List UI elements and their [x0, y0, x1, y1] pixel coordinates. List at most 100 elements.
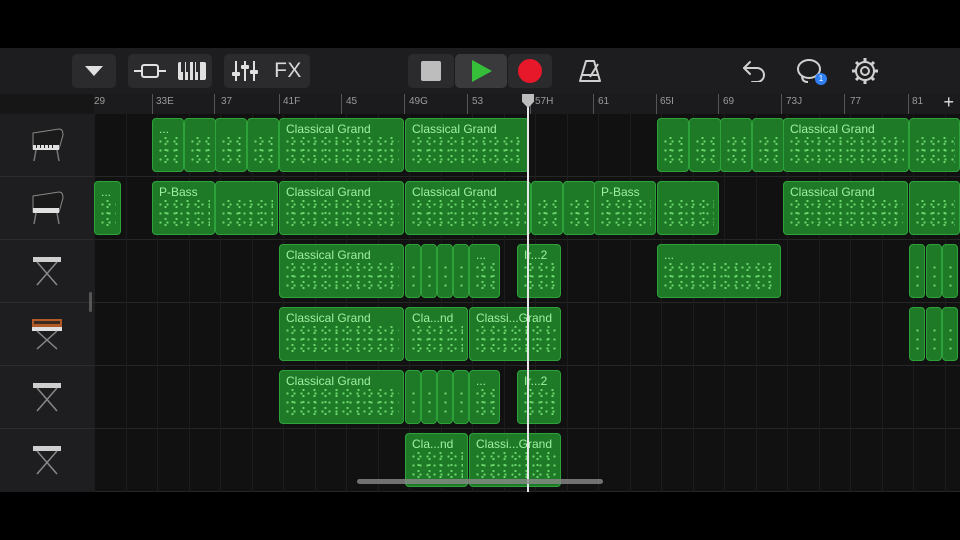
music-region[interactable] [720, 118, 752, 172]
music-region[interactable]: Classical Grand [405, 181, 531, 235]
music-region[interactable]: Classical Grand [405, 118, 529, 172]
music-region[interactable] [421, 370, 437, 424]
mixer-sliders-icon[interactable] [232, 60, 259, 82]
music-region[interactable] [421, 244, 437, 298]
garageband-tracks-view: FX 1 + 29 33E 37 41F 45 49G 53 57H 61 65… [0, 48, 960, 492]
music-region[interactable] [926, 307, 942, 361]
midi-notes [284, 200, 399, 228]
midi-notes [410, 263, 416, 291]
music-region[interactable]: ... [469, 370, 500, 424]
region-label: Classical Grand [286, 122, 371, 136]
music-region[interactable] [657, 181, 719, 235]
add-section-button[interactable]: + [943, 94, 954, 113]
music-region[interactable]: ... [152, 118, 184, 172]
track-headers [0, 114, 94, 492]
music-region[interactable] [531, 181, 563, 235]
music-region[interactable]: Classical Grand [279, 244, 404, 298]
region-label: Classical Grand [790, 185, 875, 199]
stop-icon [421, 61, 441, 81]
music-region[interactable]: ... [94, 181, 121, 235]
midi-notes [947, 263, 953, 291]
music-region[interactable]: Cla...nd [405, 307, 468, 361]
music-region[interactable] [215, 118, 247, 172]
music-region[interactable]: Ir...2 [517, 244, 561, 298]
music-region[interactable]: P-Bass [152, 181, 215, 235]
ruler-tick [656, 94, 657, 114]
midi-notes [474, 452, 556, 480]
midi-notes [458, 263, 464, 291]
grand-piano-icon [29, 123, 65, 168]
midi-notes [157, 200, 210, 228]
midi-notes [442, 263, 448, 291]
piano-keys-icon[interactable] [177, 61, 207, 81]
music-region[interactable]: ... [469, 244, 500, 298]
horizontal-scrollbar[interactable] [357, 479, 603, 484]
music-region[interactable]: Classi...Grand [469, 307, 561, 361]
midi-notes [426, 263, 432, 291]
metronome-button[interactable] [574, 54, 606, 88]
track-header-5[interactable] [0, 366, 94, 429]
region-label: P-Bass [159, 185, 198, 199]
music-region[interactable] [405, 244, 421, 298]
music-region[interactable] [752, 118, 784, 172]
play-button[interactable] [455, 54, 507, 88]
music-region[interactable]: Classical Grand [279, 181, 404, 235]
record-button[interactable] [508, 54, 552, 88]
midi-notes [694, 137, 716, 165]
music-region[interactable] [215, 181, 278, 235]
midi-notes [220, 137, 242, 165]
music-region[interactable] [563, 181, 595, 235]
music-region[interactable]: Classical Grand [279, 307, 404, 361]
midi-notes [410, 137, 524, 165]
track-header-resize-handle[interactable] [89, 292, 92, 312]
music-region[interactable] [689, 118, 721, 172]
settings-button[interactable] [848, 54, 882, 88]
music-region[interactable] [909, 244, 925, 298]
music-region[interactable] [453, 244, 469, 298]
music-region[interactable]: P-Bass [594, 181, 656, 235]
region-label: P-Bass [601, 185, 640, 199]
track-header-6[interactable] [0, 429, 94, 491]
tracks-view-icon[interactable] [133, 62, 167, 80]
midi-notes [474, 263, 495, 291]
midi-notes [914, 326, 920, 354]
music-region[interactable]: ... [657, 244, 781, 298]
midi-notes [220, 200, 273, 228]
music-region[interactable] [942, 244, 958, 298]
track-header-1[interactable] [0, 114, 94, 177]
music-region[interactable] [909, 181, 960, 235]
music-region[interactable] [184, 118, 216, 172]
stop-button[interactable] [408, 54, 454, 88]
music-region[interactable]: Ir...2 [517, 370, 561, 424]
midi-notes [662, 263, 776, 291]
ruler-label: 49G [409, 96, 428, 107]
undo-button[interactable] [738, 54, 770, 88]
music-region[interactable] [909, 118, 960, 172]
music-region[interactable] [437, 244, 453, 298]
midi-notes [788, 137, 904, 165]
music-region[interactable] [247, 118, 279, 172]
ruler-label: 33E [156, 96, 174, 107]
track-header-4[interactable] [0, 303, 94, 366]
music-region[interactable]: Classical Grand [279, 118, 404, 172]
music-region[interactable]: Classical Grand [783, 181, 908, 235]
music-region[interactable] [909, 307, 925, 361]
music-region[interactable]: Classical Grand [783, 118, 909, 172]
music-region[interactable] [453, 370, 469, 424]
track-header-2[interactable] [0, 177, 94, 240]
music-region[interactable] [437, 370, 453, 424]
music-region[interactable] [942, 307, 958, 361]
track-header-3[interactable] [0, 240, 94, 303]
vintage-synth-icon [30, 313, 64, 356]
midi-notes [410, 326, 463, 354]
midi-notes [410, 452, 463, 480]
music-region[interactable] [405, 370, 421, 424]
browser-dropdown-button[interactable] [72, 54, 116, 88]
music-region[interactable]: Classical Grand [279, 370, 404, 424]
midi-notes [599, 200, 651, 228]
music-region[interactable] [657, 118, 689, 172]
music-region[interactable] [926, 244, 942, 298]
grid-line [630, 114, 631, 492]
fx-button[interactable]: FX [274, 59, 302, 83]
midi-notes [410, 389, 416, 417]
